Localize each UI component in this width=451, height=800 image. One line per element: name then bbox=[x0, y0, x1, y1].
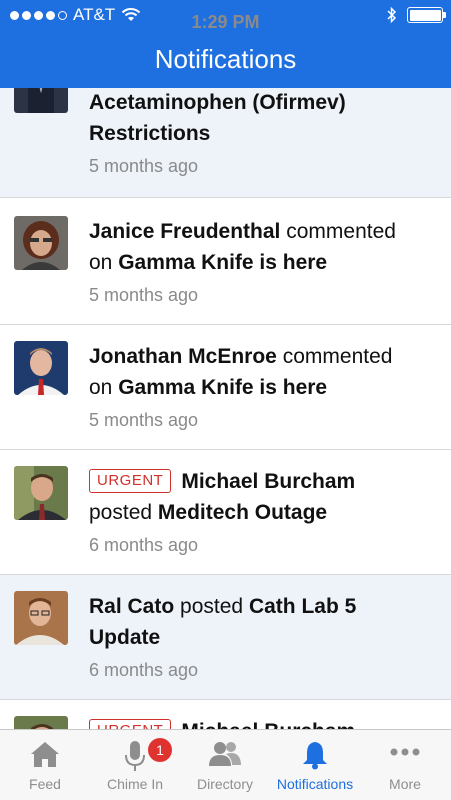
notification-actor[interactable]: Janice Freudenthal bbox=[89, 220, 280, 243]
bell-icon bbox=[303, 742, 327, 770]
notification-item[interactable]: URGENT Michael Burcham posted Meditech Ou… bbox=[0, 450, 451, 575]
avatar bbox=[14, 88, 68, 113]
tab-label: Notifications bbox=[276, 776, 354, 792]
notification-verb: commented bbox=[282, 345, 393, 368]
battery-icon bbox=[407, 7, 446, 23]
notification-post-title[interactable]: Acetaminophen (Ofirmev) bbox=[89, 91, 346, 114]
status-bar: AT&T 1:29 PM bbox=[0, 0, 451, 32]
notification-item[interactable]: Janice Freudenthal commented on Gamma Kn… bbox=[0, 200, 451, 325]
tab-label: Chime In bbox=[106, 776, 164, 792]
people-icon bbox=[209, 742, 241, 766]
notification-post-title-cont[interactable]: Restrictions bbox=[89, 122, 210, 145]
tab-chime-in[interactable]: 1 Chime In bbox=[90, 730, 180, 800]
nav-bar: Notifications bbox=[0, 30, 451, 88]
tab-directory[interactable]: Directory bbox=[180, 730, 270, 800]
avatar bbox=[14, 216, 68, 270]
notification-item[interactable]: Ral Cato posted Cath Lab 5 Update 6 mont… bbox=[0, 575, 451, 700]
house-icon bbox=[31, 742, 59, 767]
notification-time: 5 months ago bbox=[89, 285, 199, 305]
notification-actor[interactable]: Jonathan McEnroe bbox=[89, 345, 277, 368]
tab-label: More bbox=[389, 776, 421, 792]
notification-item[interactable]: Jonathan McEnroe commented on Gamma Knif… bbox=[0, 325, 451, 450]
page-title: Notifications bbox=[154, 44, 297, 74]
notification-actor[interactable]: Ral Cato bbox=[89, 595, 174, 618]
notification-time: 5 months ago bbox=[89, 410, 199, 430]
avatar bbox=[14, 716, 68, 729]
tab-notifications[interactable]: Notifications bbox=[270, 730, 360, 800]
notification-prep: on bbox=[89, 376, 113, 399]
tab-label: Feed bbox=[29, 776, 61, 792]
notification-verb: commented bbox=[286, 220, 396, 243]
notification-list[interactable]: Acetaminophen (Ofirmev) Restrictions 5 m… bbox=[0, 88, 451, 729]
notification-subject[interactable]: Gamma Knife is here bbox=[118, 376, 327, 399]
avatar bbox=[14, 341, 68, 395]
tab-label: Directory bbox=[196, 776, 253, 792]
notification-subject-cont[interactable]: Update bbox=[89, 626, 160, 649]
avatar bbox=[14, 466, 68, 520]
notification-item[interactable]: URGENT Michael Burcham bbox=[0, 700, 451, 729]
bluetooth-icon bbox=[387, 6, 397, 24]
notification-count-badge: 1 bbox=[148, 738, 172, 762]
avatar bbox=[14, 591, 68, 645]
notification-item[interactable]: Acetaminophen (Ofirmev) Restrictions 5 m… bbox=[0, 88, 451, 198]
urgent-badge: URGENT bbox=[89, 719, 172, 729]
urgent-badge: URGENT bbox=[89, 469, 172, 493]
tab-more[interactable]: More bbox=[360, 730, 450, 800]
ellipsis-icon bbox=[390, 748, 420, 756]
notification-time: 5 months ago bbox=[89, 156, 199, 176]
notification-actor[interactable]: Michael Burcham bbox=[181, 720, 355, 729]
notification-verb: posted bbox=[180, 595, 244, 618]
notification-time: 6 months ago bbox=[89, 660, 199, 680]
notification-actor[interactable]: Michael Burcham bbox=[181, 470, 355, 493]
notification-verb: posted bbox=[89, 501, 153, 524]
notification-subject[interactable]: Gamma Knife is here bbox=[118, 251, 327, 274]
notification-subject[interactable]: Cath Lab 5 bbox=[249, 595, 356, 618]
notification-prep: on bbox=[89, 251, 113, 274]
microphone-icon bbox=[125, 741, 145, 771]
tab-feed[interactable]: Feed bbox=[0, 730, 90, 800]
notification-subject[interactable]: Meditech Outage bbox=[158, 501, 327, 524]
tab-bar: Feed 1 Chime In Directory Notifications bbox=[0, 729, 451, 800]
notification-time: 6 months ago bbox=[89, 535, 199, 555]
